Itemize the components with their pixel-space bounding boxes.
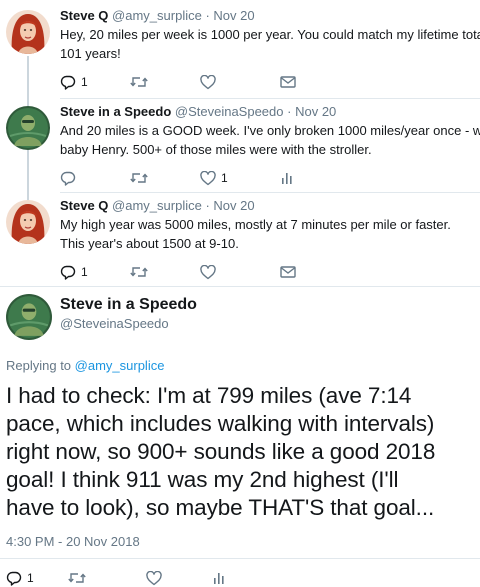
green-swimmer-avatar <box>6 294 52 340</box>
tweet-text: And 20 miles is a GOOD week. I've only b… <box>60 121 480 159</box>
like-button[interactable]: 1 <box>200 170 280 186</box>
thread-tweet[interactable]: Steve Q @amy_surplice · Nov 20 My high y… <box>0 198 480 281</box>
divider <box>60 98 480 99</box>
separator-dot: · <box>205 198 210 213</box>
retweet-icon <box>130 173 148 183</box>
retweet-icon <box>130 267 148 277</box>
author-handle[interactable]: @SteveinaSpeedo <box>175 104 284 119</box>
envelope-icon <box>280 76 296 88</box>
divider <box>0 558 480 559</box>
tweet-actions: 1 <box>60 169 480 187</box>
replying-to-label: Replying to <box>6 358 75 373</box>
avatar[interactable] <box>6 200 50 244</box>
heart-icon <box>200 264 216 279</box>
analytics-icon <box>282 173 292 184</box>
replying-to-handle-link[interactable]: @amy_surplice <box>75 358 165 373</box>
focused-tweet-text: I had to check: I'm at 799 miles (ave 7:… <box>0 382 480 522</box>
reply-button[interactable]: 1 <box>60 264 130 280</box>
red-haired-woman-avatar <box>6 200 50 244</box>
like-button[interactable] <box>200 74 280 90</box>
author-handle[interactable]: @SteveinaSpeedo <box>60 316 169 331</box>
heart-icon <box>200 74 216 89</box>
tweet-text-line: pace, which includes walking with interv… <box>6 411 435 436</box>
tweet-text: My high year was 5000 miles, mostly at 7… <box>60 215 480 253</box>
author-name[interactable]: Steve in a Speedo <box>60 104 171 119</box>
reply-button[interactable] <box>60 170 130 186</box>
separator-dot: · <box>287 104 292 119</box>
tweet-header: Steve Q @amy_surplice · Nov 20 <box>60 198 480 214</box>
tweet-text-line: have to look), so maybe THAT'S that goal… <box>6 495 435 520</box>
tweet-text: Hey, 20 miles per week is 1000 per year.… <box>60 25 480 63</box>
tweet-text-line: 101 years! <box>60 46 121 61</box>
analytics-icon <box>214 573 224 584</box>
focused-tweet: Steve in a Speedo @SteveinaSpeedo Replyi… <box>0 294 480 587</box>
author-name[interactable]: Steve Q <box>60 8 108 23</box>
tweet-text-line: right now, so 900+ sounds like a good 20… <box>6 439 436 464</box>
tweet-header: Steve in a Speedo @SteveinaSpeedo · Nov … <box>60 104 480 120</box>
message-button[interactable] <box>280 265 350 279</box>
retweet-icon <box>130 77 148 87</box>
replying-to: Replying to @amy_surplice <box>0 358 480 373</box>
tweet-text-line: I had to check: I'm at 799 miles (ave 7:… <box>6 383 412 408</box>
retweet-button[interactable] <box>130 171 200 185</box>
author-name[interactable]: Steve Q <box>60 198 108 213</box>
tweet-date[interactable]: Nov 20 <box>295 104 336 119</box>
tweet-text-line: goal! I think 911 was my 2nd highest (I'… <box>6 467 399 492</box>
green-swimmer-avatar <box>6 106 50 150</box>
reply-button[interactable]: 1 <box>6 570 68 586</box>
tweet-text-line: My high year was 5000 miles, mostly at 7… <box>60 217 451 232</box>
retweet-icon <box>68 573 86 583</box>
analytics-button[interactable] <box>280 171 350 185</box>
like-button[interactable] <box>200 264 280 280</box>
tweet-header: Steve Q @amy_surplice · Nov 20 <box>60 8 480 24</box>
analytics-button[interactable] <box>212 571 274 585</box>
focused-tweet-header: Steve in a Speedo @SteveinaSpeedo <box>0 294 480 358</box>
tweet-text-line: Hey, 20 miles per week is 1000 per year.… <box>60 27 480 42</box>
reply-count: 1 <box>81 75 88 89</box>
author-handle[interactable]: @amy_surplice <box>112 8 202 23</box>
envelope-icon <box>280 266 296 278</box>
reply-icon <box>6 571 22 586</box>
avatar[interactable] <box>6 10 50 54</box>
reply-icon <box>60 171 76 186</box>
message-button[interactable] <box>280 75 350 89</box>
tweet-actions: 1 <box>60 263 480 281</box>
heart-icon <box>200 170 216 185</box>
red-haired-woman-avatar <box>6 10 50 54</box>
avatar[interactable] <box>6 106 50 150</box>
avatar[interactable] <box>6 294 52 340</box>
reply-icon <box>60 75 76 90</box>
divider <box>60 192 480 193</box>
author-handle[interactable]: @amy_surplice <box>112 198 202 213</box>
tweet-date[interactable]: Nov 20 <box>213 8 254 23</box>
separator-dot: · <box>205 8 210 23</box>
tweet-text-line: And 20 miles is a GOOD week. I've only b… <box>60 123 480 138</box>
tweet-timestamp[interactable]: 4:30 PM - 20 Nov 2018 <box>0 534 480 549</box>
retweet-button[interactable] <box>130 265 200 279</box>
author-name[interactable]: Steve in a Speedo <box>60 296 197 314</box>
thread-tweet[interactable]: Steve Q @amy_surplice · Nov 20 Hey, 20 m… <box>0 8 480 91</box>
reply-count: 1 <box>81 265 88 279</box>
retweet-button[interactable] <box>130 75 200 89</box>
like-button[interactable] <box>146 570 212 586</box>
tweet-date[interactable]: Nov 20 <box>213 198 254 213</box>
reply-count: 1 <box>27 571 34 585</box>
retweet-button[interactable] <box>68 571 146 585</box>
tweet-actions: 1 <box>60 73 480 91</box>
like-count: 1 <box>221 171 228 185</box>
tweet-text-line: This year's about 1500 at 9-10. <box>60 236 239 251</box>
heart-icon <box>146 570 162 585</box>
tweet-text-line: baby Henry. 500+ of those miles were wit… <box>60 142 372 157</box>
divider <box>0 286 480 287</box>
tweet-actions: 1 <box>0 569 480 587</box>
reply-icon <box>60 265 76 280</box>
thread-tweet[interactable]: Steve in a Speedo @SteveinaSpeedo · Nov … <box>0 104 480 187</box>
reply-button[interactable]: 1 <box>60 74 130 90</box>
